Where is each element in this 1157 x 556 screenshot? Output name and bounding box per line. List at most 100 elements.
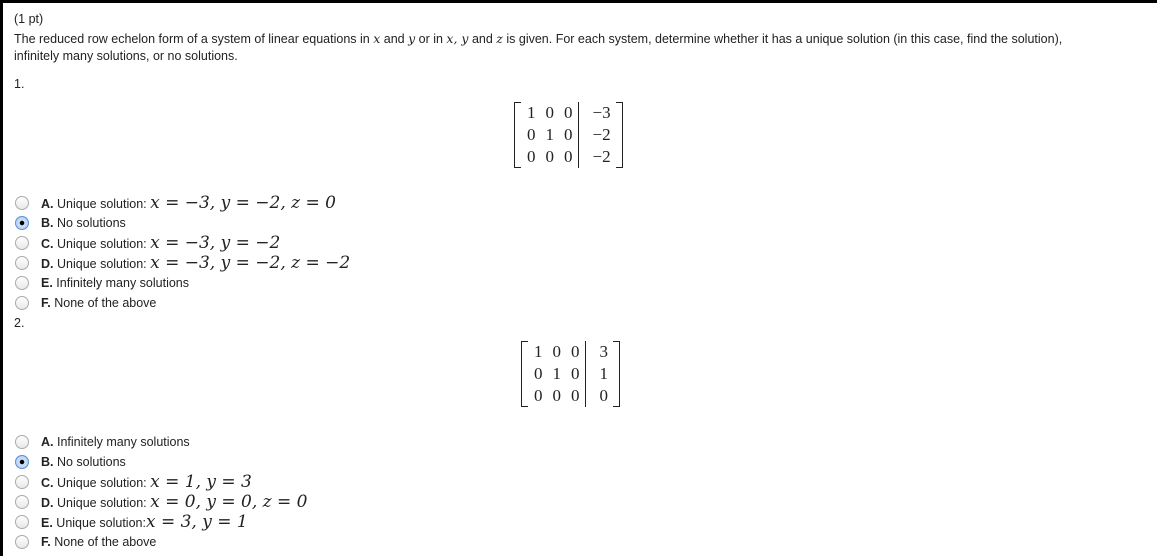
answer-option[interactable]: F. None of the above: [15, 293, 156, 313]
option-letter: C.: [41, 476, 54, 490]
option-letter: B.: [41, 216, 54, 230]
answer-option[interactable]: B. No solutions: [15, 452, 126, 472]
radio-button[interactable]: [15, 236, 29, 250]
radio-button[interactable]: [15, 196, 29, 210]
var-z: z: [496, 31, 503, 46]
option-text: Unique solution:: [56, 197, 151, 211]
option-letter: E.: [41, 516, 53, 530]
matrix-cell: 0: [564, 147, 573, 166]
matrix-row: 0 1 0 −2: [522, 124, 615, 146]
option-text: Unique solution:: [56, 237, 151, 251]
matrix-cell: 0: [571, 386, 580, 405]
matrix-cell: 0: [552, 342, 562, 361]
radio-button[interactable]: [15, 515, 29, 529]
option-letter: E.: [41, 276, 53, 290]
matrix-cell: 0: [534, 364, 543, 383]
option-letter: B.: [41, 455, 54, 469]
matrix-row: 0101: [529, 363, 612, 385]
answer-option[interactable]: C. Unique solution: x = 1, y = 3: [15, 472, 252, 492]
matrix-cell: 0: [527, 147, 536, 166]
matrix-cell: 0: [571, 342, 580, 361]
option-letter: D.: [41, 257, 54, 271]
matrix-cell: 1: [527, 103, 536, 122]
option-math: x = −3, y = −2, z = 0: [150, 193, 336, 213]
answer-option[interactable]: F. None of the above: [15, 532, 156, 552]
augmented-matrix: 1 0 0 −3 0 1 0 −2 0 0 0 −2: [514, 102, 623, 168]
answer-option[interactable]: A. Infinitely many solutions: [15, 432, 190, 452]
augmented-cell: 1: [584, 363, 612, 385]
option-text: None of the above: [54, 296, 157, 310]
matrix-cell: 1: [545, 125, 555, 144]
option-text: Unique solution:: [56, 257, 151, 271]
points-label: (1 pt): [14, 12, 44, 26]
instructions-text: The reduced row echelon form of a system…: [14, 32, 374, 46]
conj-and: and: [380, 32, 409, 46]
right-bracket: [613, 341, 620, 407]
radio-button[interactable]: [15, 535, 29, 549]
answer-option[interactable]: A. Unique solution: x = −3, y = −2, z = …: [15, 193, 336, 213]
radio-button[interactable]: [15, 495, 29, 509]
radio-button[interactable]: [15, 276, 29, 290]
option-label: B. No solutions: [41, 216, 126, 230]
option-text: Unique solution:: [56, 516, 146, 530]
left-bracket: [514, 102, 521, 168]
matrix-cell: 0: [552, 386, 562, 405]
problem-number: 1.: [14, 77, 25, 91]
option-text: None of the above: [54, 535, 157, 549]
answer-option[interactable]: E. Infinitely many solutions: [15, 273, 189, 293]
problem-number: 2.: [14, 316, 25, 330]
answer-option[interactable]: D. Unique solution: x = 0, y = 0, z = 0: [15, 492, 307, 512]
augmented-cell: −2: [577, 146, 615, 168]
option-label: E. Infinitely many solutions: [41, 276, 189, 290]
option-letter: D.: [41, 496, 54, 510]
radio-button[interactable]: [15, 475, 29, 489]
option-letter: F.: [41, 296, 51, 310]
option-math: x = −3, y = −2: [150, 233, 281, 253]
option-letter: F.: [41, 535, 51, 549]
option-label: D. Unique solution: x = −3, y = −2, z = …: [41, 253, 350, 273]
option-text: Infinitely many solutions: [56, 276, 189, 290]
option-label: A. Unique solution: x = −3, y = −2, z = …: [41, 193, 336, 213]
matrix-cell: 0: [564, 125, 573, 144]
radio-button-selected[interactable]: [15, 216, 29, 230]
option-text: No solutions: [56, 455, 126, 469]
option-label: F. None of the above: [41, 535, 156, 549]
matrix-cell: 0: [545, 103, 555, 122]
radio-button[interactable]: [15, 296, 29, 310]
radio-button[interactable]: [15, 256, 29, 270]
augmented-cell: 3: [584, 341, 612, 363]
augmented-cell: −3: [577, 102, 615, 124]
matrix-row: 0 0 0 −2: [522, 146, 615, 168]
option-math: x = 0, y = 0, z = 0: [150, 492, 308, 512]
instructions-line-1: The reduced row echelon form of a system…: [14, 31, 1062, 46]
matrix-cell: 0: [545, 147, 555, 166]
conj-or: or in: [415, 32, 447, 46]
option-label: C. Unique solution: x = 1, y = 3: [41, 472, 252, 492]
option-math: x = 1, y = 3: [150, 472, 252, 492]
augmented-matrix: 100301010000: [521, 341, 620, 407]
answer-option[interactable]: D. Unique solution: x = −3, y = −2, z = …: [15, 253, 350, 273]
matrix-cell: 0: [534, 386, 543, 405]
answer-option[interactable]: B. No solutions: [15, 213, 126, 233]
option-label: D. Unique solution: x = 0, y = 0, z = 0: [41, 492, 307, 512]
option-math: x = 3, y = 1: [145, 512, 248, 532]
option-label: E. Unique solution:x = 3, y = 1: [41, 512, 248, 532]
matrix-cell: 0: [527, 125, 536, 144]
option-math: x = −3, y = −2, z = −2: [150, 253, 351, 273]
instructions-text-2: is given. For each system, determine whe…: [502, 32, 1063, 46]
option-label: A. Infinitely many solutions: [41, 435, 190, 449]
option-label: C. Unique solution: x = −3, y = −2: [41, 233, 280, 253]
radio-button-selected[interactable]: [15, 455, 29, 469]
radio-button[interactable]: [15, 435, 29, 449]
instructions-line-2: infinitely many solutions, or no solutio…: [14, 49, 238, 63]
answer-option[interactable]: C. Unique solution: x = −3, y = −2: [15, 233, 280, 253]
matrix-cell: 0: [564, 103, 573, 122]
left-bracket: [521, 341, 528, 407]
option-letter: A.: [41, 197, 54, 211]
matrix-cell: 0: [571, 364, 580, 383]
matrix-cell: 1: [552, 364, 562, 383]
right-bracket: [615, 102, 623, 168]
answer-option[interactable]: E. Unique solution:x = 3, y = 1: [15, 512, 248, 532]
matrix-row: 1003: [529, 341, 612, 363]
option-label: F. None of the above: [41, 296, 156, 310]
